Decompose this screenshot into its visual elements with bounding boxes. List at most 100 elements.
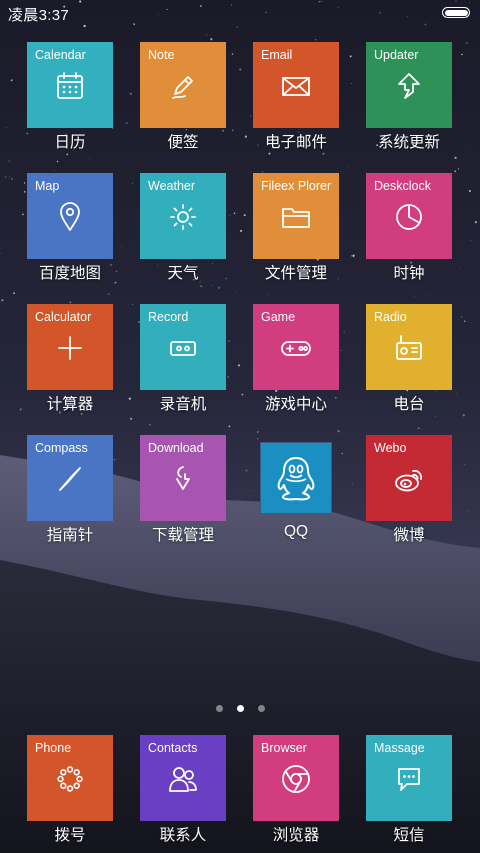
app-tile[interactable]	[253, 435, 339, 521]
app-tile[interactable]: Map	[27, 173, 113, 259]
app-tile[interactable]: Deskclock	[366, 173, 452, 259]
app-tile[interactable]: Phone	[27, 735, 113, 821]
location-pin-icon	[54, 201, 86, 233]
app-caption: 联系人	[159, 827, 207, 844]
tile-label: Weather	[148, 179, 196, 193]
dock-app-browser[interactable]: Browser 浏览器	[253, 735, 339, 844]
app-tile[interactable]: Massage	[366, 735, 452, 821]
app-tile[interactable]: Record	[140, 304, 226, 390]
contacts-icon	[167, 763, 199, 795]
weibo-icon	[393, 463, 425, 495]
clock-icon	[393, 201, 425, 233]
app-caption: 计算器	[46, 396, 94, 413]
app-tile[interactable]: Compass	[27, 435, 113, 521]
tile-label: Download	[148, 441, 204, 455]
app-tile[interactable]: Calendar	[27, 42, 113, 128]
calendar-icon	[54, 70, 86, 102]
qq-tile[interactable]	[260, 442, 332, 514]
compass-icon	[54, 463, 86, 495]
app-tile[interactable]: Note	[140, 42, 226, 128]
tile-label: Massage	[374, 741, 425, 755]
app-tile[interactable]: Updater	[366, 42, 452, 128]
plus-icon	[54, 332, 86, 364]
app-updater[interactable]: Updater 系统更新	[366, 42, 452, 151]
app-email[interactable]: Email 电子邮件	[253, 42, 339, 151]
page-dot-3[interactable]	[257, 705, 265, 713]
app-game[interactable]: Game 游戏中心	[253, 304, 339, 413]
app-tile[interactable]: Download	[140, 435, 226, 521]
app-caption: QQ	[283, 523, 309, 540]
battery-icon	[442, 7, 470, 18]
app-caption: 百度地图	[38, 265, 101, 282]
dock-app-massage[interactable]: Massage 短信	[366, 735, 452, 844]
battery-level	[444, 9, 468, 16]
app-map[interactable]: Map 百度地图	[27, 173, 113, 282]
app-tile[interactable]: Game	[253, 304, 339, 390]
app-tile[interactable]: Webo	[366, 435, 452, 521]
tile-label: Email	[261, 48, 293, 62]
app-radio[interactable]: Radio 电台	[366, 304, 452, 413]
qq-penguin-icon	[269, 451, 323, 505]
app-caption: 日历	[54, 134, 86, 151]
tile-label: Browser	[261, 741, 307, 755]
envelope-icon	[280, 70, 312, 102]
app-caption: 时钟	[393, 265, 425, 282]
app-caption: 微博	[393, 527, 425, 544]
tile-label: Record	[148, 310, 189, 324]
app-calculator[interactable]: Calculator 计算器	[27, 304, 113, 413]
tile-label: Phone	[35, 741, 72, 755]
app-caption: 拨号	[54, 827, 86, 844]
app-weather[interactable]: Weather 天气	[140, 173, 226, 282]
app-download[interactable]: Download 下载管理	[140, 435, 226, 544]
dialpad-icon	[54, 763, 86, 795]
app-caption: 指南针	[46, 527, 94, 544]
app-caption: 短信	[393, 827, 425, 844]
app-qq[interactable]: QQ	[253, 435, 339, 540]
app-tile[interactable]: Radio	[366, 304, 452, 390]
app-caption: 便签	[167, 134, 199, 151]
app-caption: 录音机	[159, 396, 207, 413]
chrome-icon	[280, 763, 312, 795]
tape-icon	[167, 332, 199, 364]
page-dot-2[interactable]	[236, 705, 244, 713]
tile-label: Radio	[374, 310, 407, 324]
app-webo[interactable]: Webo 微博	[366, 435, 452, 544]
app-tile[interactable]: Email	[253, 42, 339, 128]
app-calendar[interactable]: Calendar 日历	[27, 42, 113, 151]
app-caption: 天气	[167, 265, 199, 282]
app-tile[interactable]: Weather	[140, 173, 226, 259]
tile-label: Fileex Plorer	[261, 179, 332, 193]
folder-icon	[280, 201, 312, 233]
app-note[interactable]: Note 便签	[140, 42, 226, 151]
gamepad-icon	[280, 332, 312, 364]
app-caption: 游戏中心	[264, 396, 327, 413]
tile-label: Calendar	[35, 48, 86, 62]
app-tile[interactable]: Calculator	[27, 304, 113, 390]
status-time: 凌晨3:37	[8, 7, 69, 24]
pencil-icon	[167, 70, 199, 102]
app-record[interactable]: Record 录音机	[140, 304, 226, 413]
page-dot-1[interactable]	[215, 705, 223, 713]
app-compass[interactable]: Compass 指南针	[27, 435, 113, 544]
download-icon	[167, 463, 199, 495]
app-tile[interactable]: Browser	[253, 735, 339, 821]
radio-icon	[393, 332, 425, 364]
tile-label: Webo	[374, 441, 407, 455]
app-deskclock[interactable]: Deskclock 时钟	[366, 173, 452, 282]
sun-icon	[167, 201, 199, 233]
app-caption: 浏览器	[272, 827, 320, 844]
dock-app-phone[interactable]: Phone 拨号	[27, 735, 113, 844]
app-tile[interactable]: Fileex Plorer	[253, 173, 339, 259]
tile-label: Contacts	[148, 741, 198, 755]
app-tile[interactable]: Contacts	[140, 735, 226, 821]
tile-label: Note	[148, 48, 175, 62]
tile-label: Compass	[35, 441, 88, 455]
app-caption: 电台	[393, 396, 425, 413]
app-caption: 电子邮件	[264, 134, 327, 151]
arrow-up-icon	[393, 70, 425, 102]
app-caption: 文件管理	[264, 265, 327, 282]
dock-app-contacts[interactable]: Contacts 联系人	[140, 735, 226, 844]
tile-label: Game	[261, 310, 296, 324]
status-bar: 凌晨3:37	[0, 0, 480, 26]
app-fileex-plorer[interactable]: Fileex Plorer 文件管理	[253, 173, 339, 282]
